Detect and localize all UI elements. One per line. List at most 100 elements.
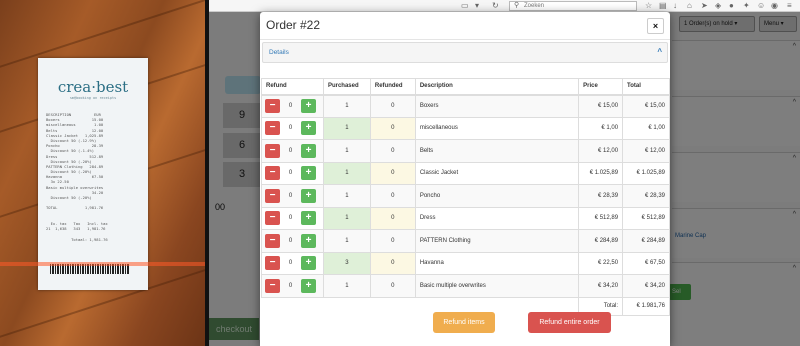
refund-quantity[interactable]: 0 <box>280 103 301 109</box>
decrement-button[interactable]: − <box>265 233 280 248</box>
col-total: Total <box>622 78 670 96</box>
table-row: −0 +1 0 miscellaneous € 1,00 € 1,00 <box>261 116 670 140</box>
price-cell: € 34,20 <box>578 274 624 298</box>
close-button[interactable]: × <box>647 18 664 34</box>
decrement-button[interactable]: − <box>265 211 280 226</box>
purchased-cell: 1 <box>322 184 371 208</box>
home-icon[interactable]: ⌂ <box>687 1 692 11</box>
decrement-button[interactable]: − <box>265 188 280 203</box>
browser-search-input[interactable]: ⚲ Zoeken <box>509 1 637 11</box>
refund-quantity[interactable]: 0 <box>280 215 301 221</box>
description-cell: Classic Jacket <box>414 161 580 185</box>
refund-cell: −0 + <box>261 251 324 275</box>
hamburger-icon[interactable]: ≡ <box>787 1 792 11</box>
smiley-icon[interactable]: ☺ <box>757 1 765 11</box>
quantity-stepper: −0 + <box>265 256 320 271</box>
refund-entire-order-button[interactable]: Refund entire order <box>528 312 611 333</box>
purchased-cell: 1 <box>322 116 371 140</box>
refund-quantity[interactable]: 0 <box>280 238 301 244</box>
decrement-button[interactable]: − <box>265 99 280 113</box>
decrement-button[interactable]: − <box>265 166 280 181</box>
purchased-cell: 1 <box>322 274 371 298</box>
quantity-stepper: −0 + <box>265 188 320 203</box>
table-header-row: Refund Purchased Refunded Description Pr… <box>261 78 670 96</box>
search-icon: ⚲ <box>514 2 520 9</box>
purchased-cell: 1 <box>322 94 371 118</box>
decrement-button[interactable]: − <box>265 278 280 293</box>
description-cell: Havanna <box>414 251 580 275</box>
purchased-cell: 1 <box>322 206 371 230</box>
col-refund: Refund <box>261 78 324 96</box>
increment-button[interactable]: + <box>301 99 316 113</box>
price-cell: € 284,89 <box>578 229 624 253</box>
refunded-cell: 0 <box>369 184 416 208</box>
firefox-icon[interactable]: ● <box>729 1 734 11</box>
download-icon[interactable]: ↓ <box>673 1 677 11</box>
addon-icon[interactable]: ◉ <box>771 1 778 11</box>
decrement-button[interactable]: − <box>265 143 280 158</box>
refund-quantity[interactable]: 0 <box>280 125 301 131</box>
increment-button[interactable]: + <box>301 188 316 203</box>
refund-quantity[interactable]: 0 <box>280 170 301 176</box>
table-row: −0 +1 0 Dress € 512,89 € 512,89 <box>261 206 670 230</box>
table-row: −0 +1 0 Belts € 12,00 € 12,00 <box>261 139 670 163</box>
description-cell: miscellaneous <box>414 116 580 140</box>
decrement-button[interactable]: − <box>265 256 280 271</box>
price-cell: € 12,00 <box>578 139 624 163</box>
search-placeholder: Zoeken <box>524 3 545 9</box>
description-cell: Poncho <box>414 184 580 208</box>
price-cell: € 15,00 <box>578 94 624 118</box>
refund-quantity[interactable]: 0 <box>280 260 301 266</box>
total-cell: € 15,00 <box>622 94 670 118</box>
increment-button[interactable]: + <box>301 166 316 181</box>
description-cell: Dress <box>414 206 580 230</box>
description-cell: Belts <box>414 139 580 163</box>
chevron-up-icon[interactable]: ^ <box>657 47 662 56</box>
refund-quantity[interactable]: 0 <box>280 283 301 289</box>
dropdown-icon[interactable]: ▾ <box>475 1 479 11</box>
increment-button[interactable]: + <box>301 121 316 136</box>
total-cell: € 67,50 <box>622 251 670 275</box>
refund-cell: −0 + <box>261 206 324 230</box>
table-row: −0 +1 0 Basic multiple overwrites € 34,20 € 3… <box>261 274 670 298</box>
send-icon[interactable]: ➤ <box>701 1 708 11</box>
increment-button[interactable]: + <box>301 233 316 248</box>
refunded-cell: 0 <box>369 274 416 298</box>
reload-icon[interactable]: ↻ <box>492 1 499 11</box>
total-cell: € 28,39 <box>622 184 670 208</box>
shield-icon[interactable]: ◈ <box>715 1 721 11</box>
refund-modal: Order #22 × Details ^ Refund Purchased R… <box>260 12 670 346</box>
refunded-cell: 0 <box>369 94 416 118</box>
quantity-stepper: −0 + <box>265 278 320 293</box>
col-description: Description <box>414 78 580 96</box>
receipt-tagline: sm@booking on receipts <box>69 96 117 100</box>
reader-icon[interactable]: ▭ <box>461 1 469 11</box>
extension-icon[interactable]: ✦ <box>743 1 750 11</box>
col-purchased: Purchased <box>322 78 371 96</box>
modal-title: Order #22 <box>266 18 321 32</box>
details-label[interactable]: Details <box>269 49 289 56</box>
refund-quantity[interactable]: 0 <box>280 148 301 154</box>
table-row: −0 +1 0 Boxers € 15,00 € 15,00 <box>261 94 670 118</box>
price-cell: € 28,39 <box>578 184 624 208</box>
quantity-stepper: −0 + <box>265 233 320 248</box>
refund-items-button[interactable]: Refund items <box>433 312 495 333</box>
col-refunded: Refunded <box>369 78 416 96</box>
decrement-button[interactable]: − <box>265 121 280 136</box>
increment-button[interactable]: + <box>301 143 316 158</box>
increment-button[interactable]: + <box>301 211 316 226</box>
clipboard-icon[interactable]: ▤ <box>659 1 667 11</box>
increment-button[interactable]: + <box>301 256 316 271</box>
purchased-cell: 1 <box>322 229 371 253</box>
description-cell: Basic multiple overwrites <box>414 274 580 298</box>
details-panel[interactable]: Details ^ <box>262 42 668 63</box>
star-icon[interactable]: ☆ <box>645 1 652 11</box>
description-cell: PATTERN Clothing <box>414 229 580 253</box>
refund-cell: −0 + <box>261 229 324 253</box>
refund-cell: −0 + <box>261 116 324 140</box>
price-cell: € 512,89 <box>578 206 624 230</box>
refund-quantity[interactable]: 0 <box>280 193 301 199</box>
description-cell: Boxers <box>414 94 580 118</box>
increment-button[interactable]: + <box>301 278 316 293</box>
purchased-cell: 3 <box>322 251 371 275</box>
